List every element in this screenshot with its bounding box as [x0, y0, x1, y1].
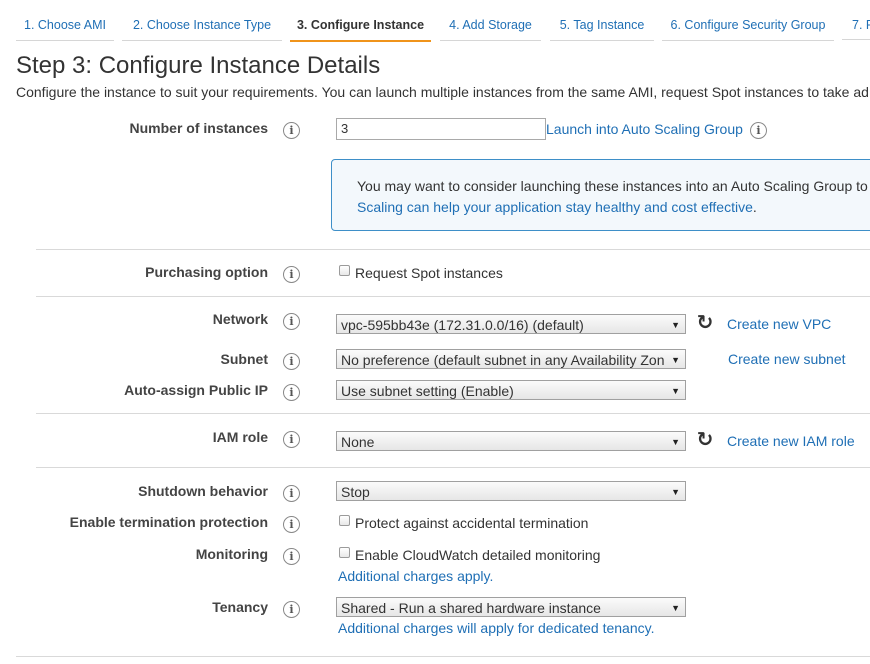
tab-tag-instance[interactable]: 5. Tag Instance: [550, 8, 654, 41]
number-of-instances-input[interactable]: 3: [336, 118, 546, 140]
additional-charges-link[interactable]: Additional charges apply.: [338, 568, 493, 584]
termination-protection-text: Protect against accidental termination: [355, 515, 589, 531]
termination-protection-checkbox[interactable]: [339, 515, 350, 526]
network-label: Network: [212, 311, 268, 327]
subnet-select[interactable]: No preference (default subnet in any Ava…: [336, 349, 686, 369]
tab-configure-instance[interactable]: 3. Configure Instance: [290, 8, 431, 42]
public-ip-label: Auto-assign Public IP: [124, 382, 268, 398]
create-subnet-link[interactable]: Create new subnet: [728, 351, 846, 367]
info-icon[interactable]: i: [283, 601, 300, 618]
tenancy-value: Shared - Run a shared hardware instance: [341, 600, 601, 616]
dropdown-arrow-icon: ▼: [671, 355, 680, 365]
refresh-icon[interactable]: ↻: [695, 430, 715, 450]
divider: [36, 249, 870, 250]
shutdown-behavior-value: Stop: [341, 484, 370, 500]
wizard-tabs: 1. Choose AMI 2. Choose Instance Type 3.…: [0, 0, 870, 44]
divider: [36, 413, 870, 414]
info-icon[interactable]: i: [283, 384, 300, 401]
purchasing-option-label: Purchasing option: [145, 264, 268, 280]
dropdown-arrow-icon: ▼: [671, 603, 680, 613]
monitoring-label: Monitoring: [195, 546, 268, 562]
asg-notice: You may want to consider launching these…: [331, 159, 870, 231]
create-iam-role-link[interactable]: Create new IAM role: [727, 433, 855, 449]
tab-add-storage[interactable]: 4. Add Storage: [440, 8, 541, 41]
iam-role-label: IAM role: [212, 429, 268, 445]
page-description: Configure the instance to suit your requ…: [16, 84, 869, 100]
info-icon[interactable]: i: [283, 485, 300, 502]
notice-link[interactable]: Scaling can help your application stay h…: [357, 199, 753, 215]
public-ip-select[interactable]: Use subnet setting (Enable) ▼: [336, 380, 686, 400]
subnet-value: No preference (default subnet in any Ava…: [341, 352, 665, 368]
request-spot-checkbox[interactable]: [339, 265, 350, 276]
info-icon[interactable]: i: [283, 516, 300, 533]
tab-choose-instance-type[interactable]: 2. Choose Instance Type: [122, 8, 282, 41]
network-value: vpc-595bb43e (172.31.0.0/16) (default): [341, 317, 584, 333]
iam-role-value: None: [341, 434, 375, 450]
tab-choose-ami[interactable]: 1. Choose AMI: [16, 8, 114, 41]
tenancy-select[interactable]: Shared - Run a shared hardware instance …: [336, 597, 686, 617]
iam-role-select[interactable]: None ▼: [336, 431, 686, 451]
info-icon[interactable]: i: [750, 122, 767, 139]
notice-line2: Scaling can help your application stay h…: [357, 199, 757, 215]
divider: [16, 656, 870, 657]
create-vpc-link[interactable]: Create new VPC: [727, 316, 831, 332]
tenancy-label: Tenancy: [212, 599, 268, 615]
notice-period: .: [752, 199, 757, 215]
info-icon[interactable]: i: [283, 313, 300, 330]
notice-text: You may want to consider launching these…: [357, 178, 868, 194]
termination-protection-label: Enable termination protection: [69, 514, 268, 530]
public-ip-value: Use subnet setting (Enable): [341, 383, 514, 399]
dropdown-arrow-icon: ▼: [671, 320, 680, 330]
refresh-icon[interactable]: ↻: [695, 313, 715, 333]
tab-configure-security-group[interactable]: 6. Configure Security Group: [662, 8, 834, 41]
divider: [36, 296, 870, 297]
network-select[interactable]: vpc-595bb43e (172.31.0.0/16) (default) ▼: [336, 314, 686, 334]
info-icon[interactable]: i: [283, 548, 300, 565]
info-icon[interactable]: i: [283, 431, 300, 448]
subnet-label: Subnet: [220, 351, 268, 367]
info-icon[interactable]: i: [283, 353, 300, 370]
request-spot-label: Request Spot instances: [355, 265, 503, 281]
launch-asg-link[interactable]: Launch into Auto Scaling Group: [546, 121, 743, 137]
number-of-instances-label: Number of instances: [129, 120, 268, 136]
page-title: Step 3: Configure Instance Details: [16, 52, 381, 79]
info-icon[interactable]: i: [283, 266, 300, 283]
dropdown-arrow-icon: ▼: [671, 487, 680, 497]
cloudwatch-monitoring-checkbox[interactable]: [339, 547, 350, 558]
cloudwatch-monitoring-text: Enable CloudWatch detailed monitoring: [355, 547, 601, 563]
divider: [36, 467, 870, 468]
dropdown-arrow-icon: ▼: [671, 386, 680, 396]
dropdown-arrow-icon: ▼: [671, 437, 680, 447]
info-icon[interactable]: i: [283, 122, 300, 139]
dedicated-tenancy-link[interactable]: Additional charges will apply for dedica…: [338, 620, 654, 636]
tab-review[interactable]: 7. R: [842, 8, 870, 40]
shutdown-behavior-label: Shutdown behavior: [138, 483, 268, 499]
shutdown-behavior-select[interactable]: Stop ▼: [336, 481, 686, 501]
